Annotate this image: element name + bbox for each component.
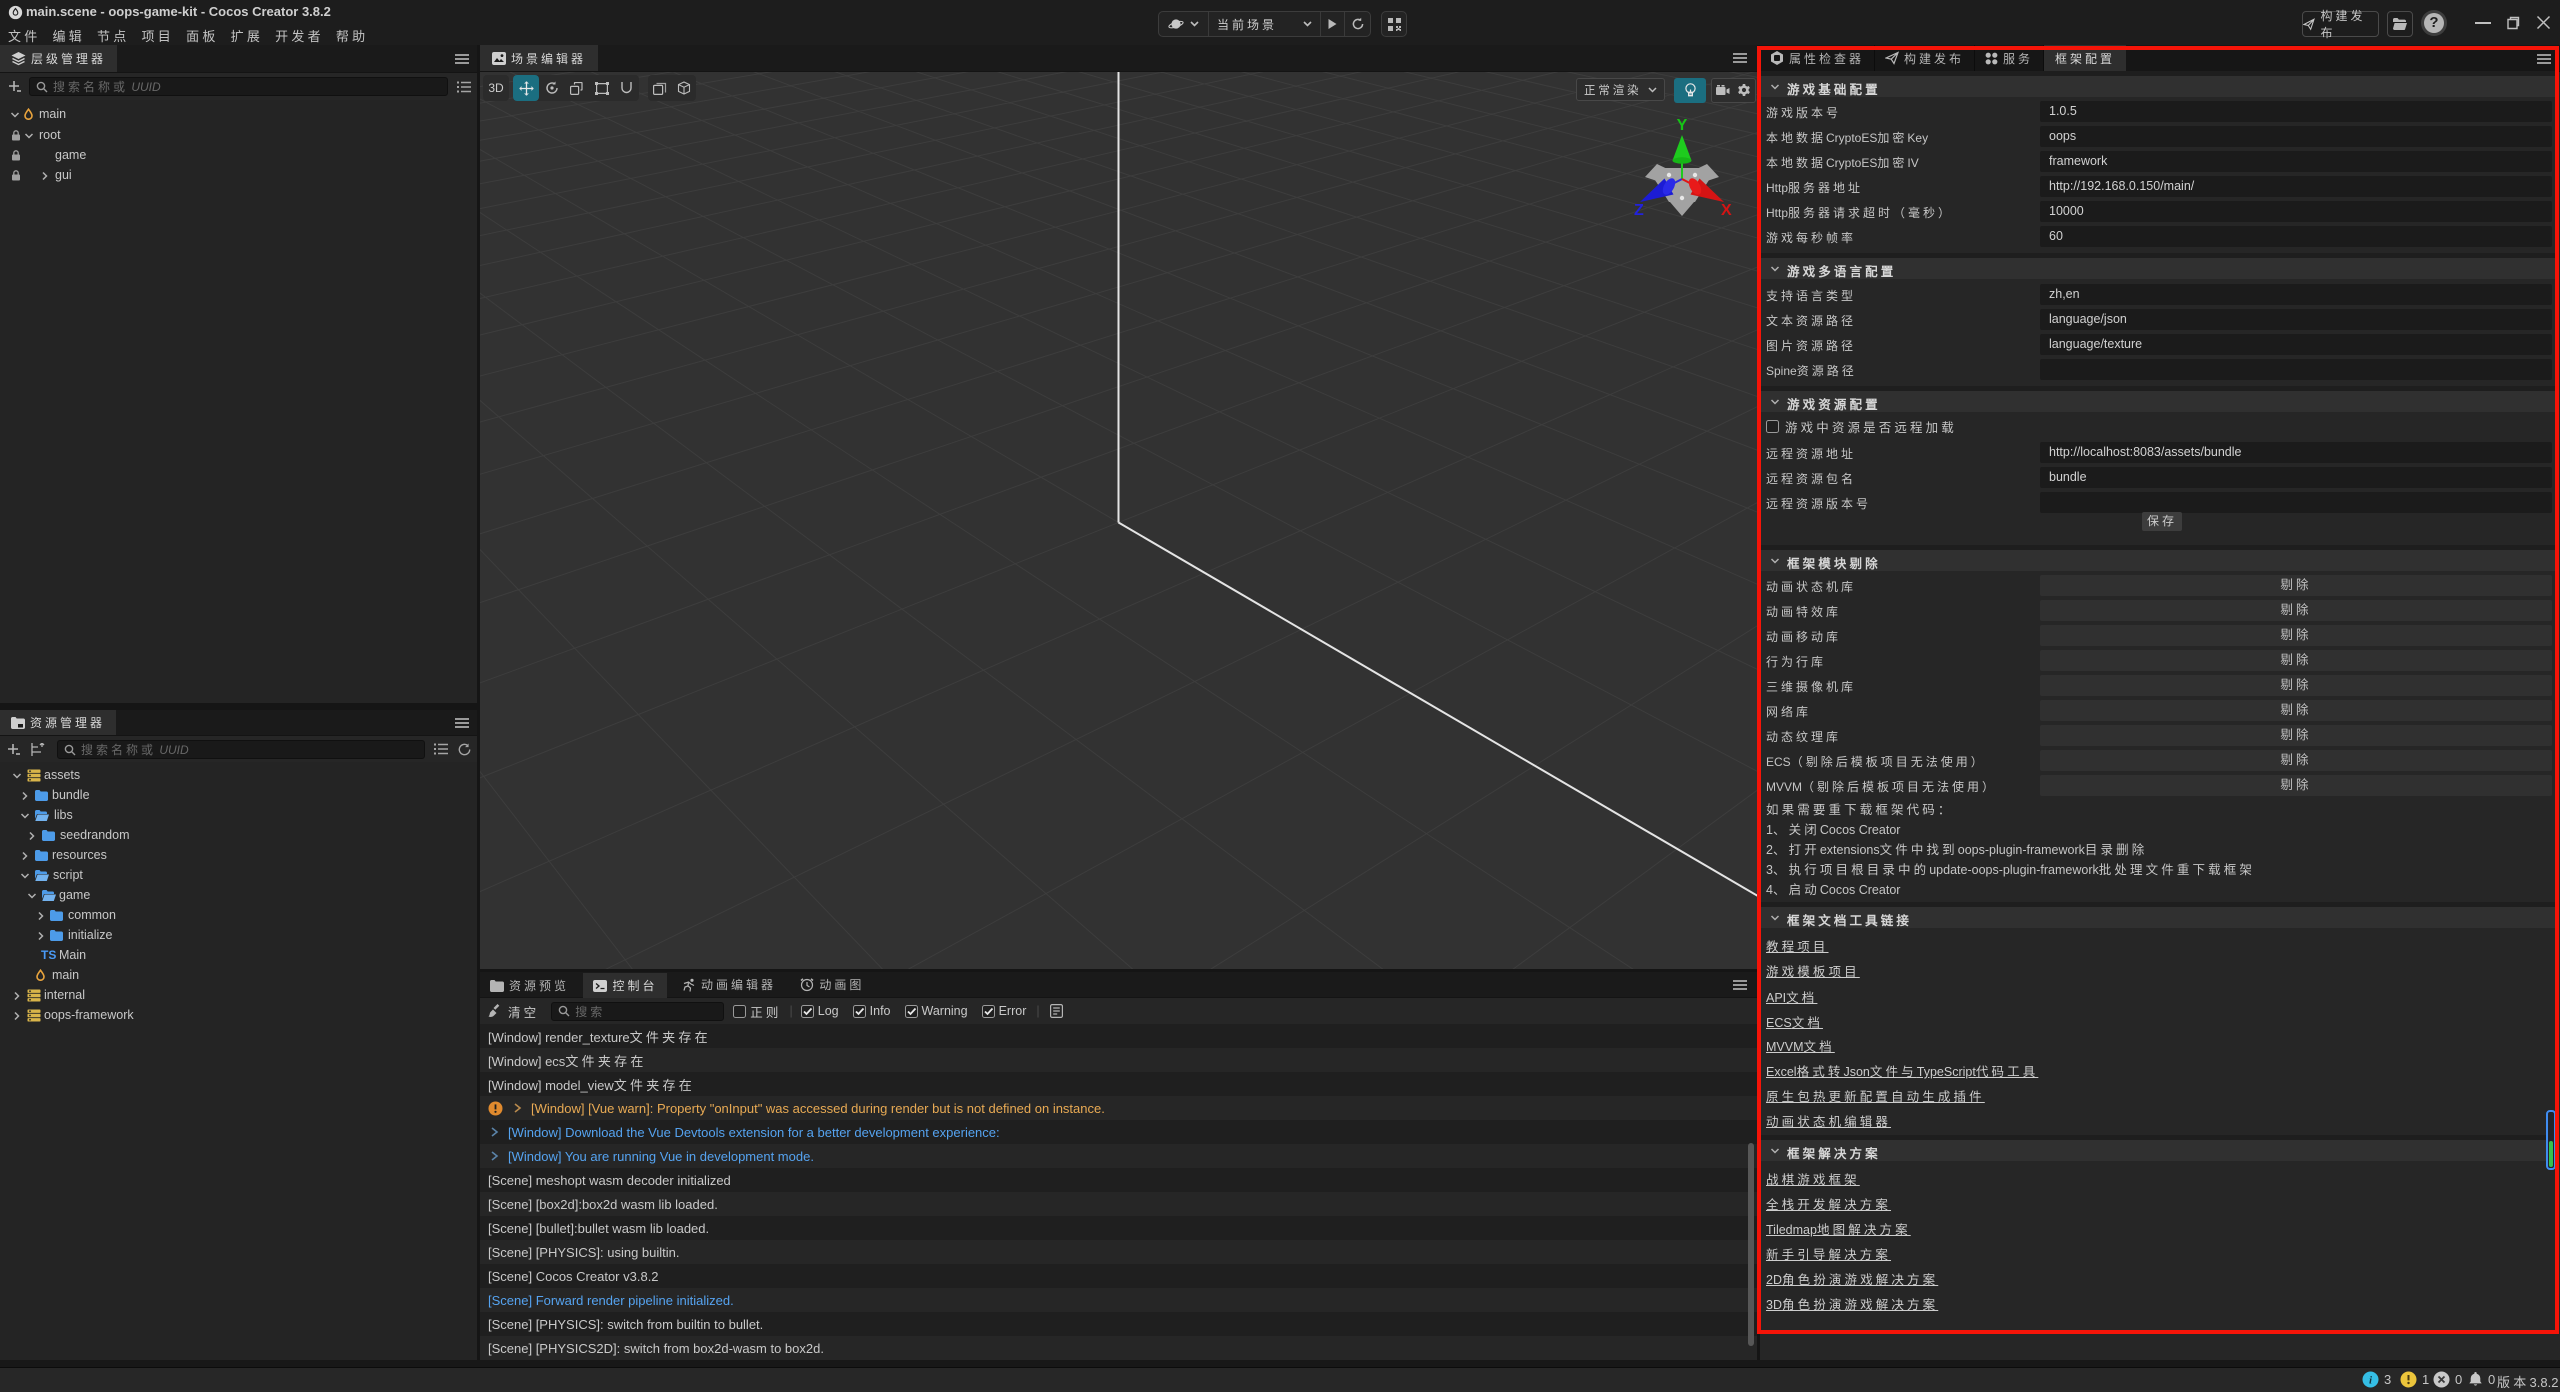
svg-text:Z: Z [1634,202,1644,218]
svg-text:Y: Y [1677,118,1688,134]
svg-text:X: X [1721,202,1732,218]
